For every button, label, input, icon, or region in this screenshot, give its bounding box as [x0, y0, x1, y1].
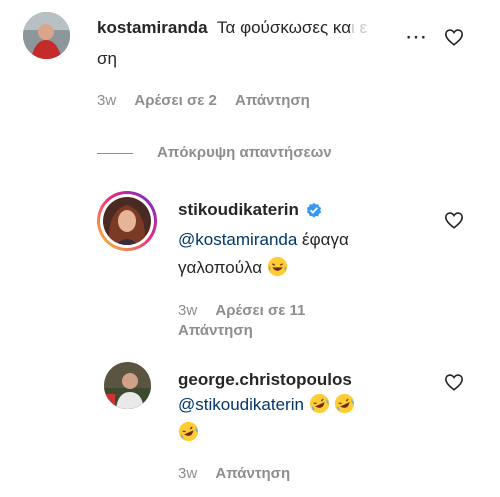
- avatar-image: [103, 197, 151, 245]
- reply-mention-link[interactable]: @kostamiranda: [178, 230, 297, 249]
- avatar-image: [23, 12, 70, 59]
- hide-replies-line: [97, 153, 133, 154]
- heart-icon[interactable]: [444, 211, 464, 229]
- reply-text-line1: @stikoudikaterin: [178, 391, 355, 419]
- reply-username[interactable]: george.christopoulos: [178, 370, 352, 390]
- rofl-emoji-icon: [178, 421, 199, 442]
- rofl-emoji-icon: [309, 393, 329, 414]
- reply-reply-button[interactable]: Απάντηση: [215, 465, 290, 482]
- heart-icon[interactable]: [444, 28, 464, 46]
- avatar-stikoudikaterin[interactable]: [103, 197, 151, 245]
- reply-time: 3w: [178, 465, 198, 482]
- reply-text-line2: γαλοπούλα: [178, 254, 288, 282]
- hide-replies-button[interactable]: Απόκρυψη απαντήσεων: [157, 144, 332, 161]
- reply-username[interactable]: stikoudikaterin: [178, 200, 299, 220]
- reply-text-line1: @kostamiranda έφαγα: [178, 230, 349, 249]
- comment-time: 3w: [97, 92, 117, 109]
- reply-meta: 3w Αρέσει σε 11: [178, 302, 305, 319]
- comment-text-line2: ση: [97, 49, 117, 68]
- reply-header-stikoudikaterin: stikoudikaterin: [178, 200, 323, 220]
- laughing-tears-emoji-icon: [267, 256, 287, 277]
- avatar-image: [104, 362, 151, 409]
- comment-body-kostamiranda: kostamiranda Τα φούσκωσες και ε: [97, 18, 422, 38]
- comment-text: Τα φούσκωσες και ε: [217, 18, 368, 37]
- rofl-emoji-icon: [335, 393, 355, 414]
- reply-time: 3w: [178, 302, 198, 319]
- heart-icon[interactable]: [444, 373, 464, 391]
- reply-mention-link[interactable]: @stikoudikaterin: [178, 395, 304, 414]
- reply-likes-link[interactable]: Αρέσει σε 11: [215, 302, 305, 319]
- reply-reply-button[interactable]: Απάντηση: [178, 322, 253, 339]
- verified-badge-icon: [306, 202, 322, 218]
- reply-meta: 3w Απάντηση: [178, 465, 290, 482]
- reply-text-line2: [178, 419, 199, 447]
- comment-reply-button[interactable]: Απάντηση: [235, 92, 310, 109]
- avatar-kostamiranda[interactable]: [23, 12, 70, 59]
- more-options-icon[interactable]: ⋯: [405, 24, 428, 50]
- comment-username[interactable]: kostamiranda: [97, 18, 208, 37]
- comment-meta: 3w Αρέσει σε 2 Απάντηση: [97, 92, 310, 109]
- avatar-george-christopoulos[interactable]: [104, 362, 151, 409]
- comment-likes-link[interactable]: Αρέσει σε 2: [134, 92, 217, 109]
